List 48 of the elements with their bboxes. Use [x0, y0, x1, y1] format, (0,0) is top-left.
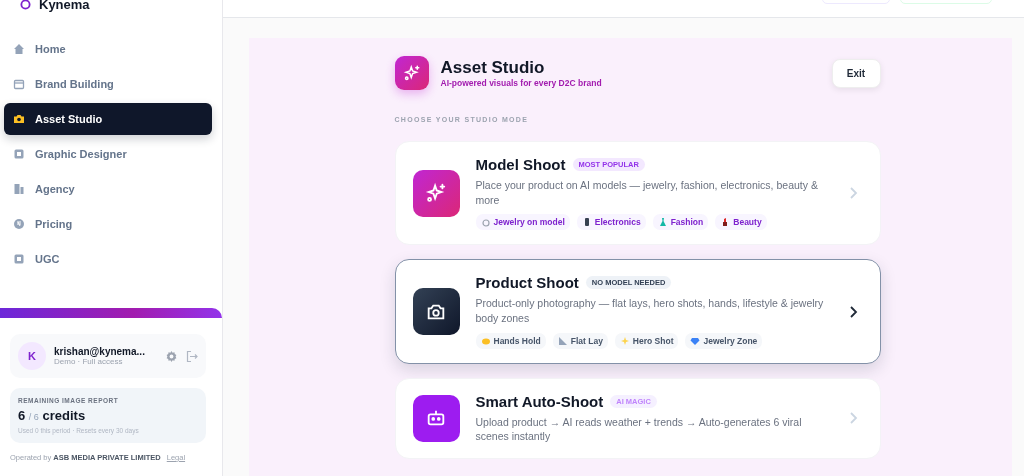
mode-description: Upload product → AI reads weather + trends → Auto-generates 6 viral scenes instantly — [475, 414, 803, 445]
chevron-right-icon — [847, 186, 858, 201]
mode-title: Model Shoot — [475, 156, 566, 173]
gem-icon — [690, 335, 701, 346]
sidebar-item[interactable]: Pricing — [4, 208, 212, 240]
settings-icon[interactable] — [165, 349, 178, 363]
mode-tag: Electronics — [576, 214, 646, 231]
mode-title: Smart Auto-Shoot — [475, 392, 604, 410]
ring-icon — [480, 217, 491, 228]
camera-icon — [13, 113, 25, 125]
exit-button[interactable]: Exit — [831, 58, 881, 88]
sidebar-item[interactable]: Agency — [4, 173, 212, 205]
sidebar-item[interactable]: Brand Building — [4, 68, 212, 100]
mode-description: Place your product on AI models — jewelry, fashion, electronics, beauty & more — [475, 178, 819, 208]
chip-icon — [13, 253, 25, 265]
mode-description: Product-only photography — flat lays, hero shots, hands, lifestyle & jewelry body zones — [475, 296, 825, 326]
page-title: Asset Studio — [440, 58, 546, 78]
mode-title: Product Shoot — [475, 274, 579, 292]
mode-tag: Beauty — [715, 214, 767, 231]
brand-name: Kynema — [39, 0, 90, 12]
mode-tag: Flat Lay — [552, 332, 608, 349]
calendar-icon — [13, 78, 25, 90]
chevron-right-icon — [847, 411, 858, 426]
sidebar-item[interactable]: UGC — [4, 243, 212, 275]
sidebar-item[interactable]: Asset Studio — [4, 103, 212, 135]
sparkle-icon — [402, 64, 421, 82]
mode-tag: Hero Shot — [614, 332, 679, 349]
mode-tag: Hands Hold — [475, 332, 546, 349]
user-plan: Demo · Full access — [54, 357, 124, 366]
page-subtitle: AI-powered visuals for every D2C brand — [440, 78, 603, 88]
dress-icon — [657, 217, 668, 228]
sparkle-icon — [425, 182, 447, 205]
sidebar-item[interactable]: Home — [4, 33, 212, 65]
sidebar-item[interactable]: Graphic Designer — [4, 138, 212, 170]
logo-icon — [20, 0, 31, 10]
logout-icon[interactable] — [186, 349, 198, 363]
mode-tag: Fashion — [652, 214, 709, 231]
chip-icon — [13, 148, 25, 160]
user-email: krishan@kynema... — [54, 346, 146, 357]
credit-count: 6 / 6 credits — [18, 408, 87, 423]
mode-tag: Jewelry on model — [475, 214, 570, 231]
mode-tag: Jewelry Zone — [685, 332, 763, 349]
avatar: K — [18, 342, 46, 370]
ruler-icon — [557, 335, 568, 346]
coin-icon — [13, 218, 25, 230]
chevron-right-icon — [847, 304, 858, 319]
home-icon — [13, 43, 25, 55]
building-icon — [13, 183, 25, 195]
